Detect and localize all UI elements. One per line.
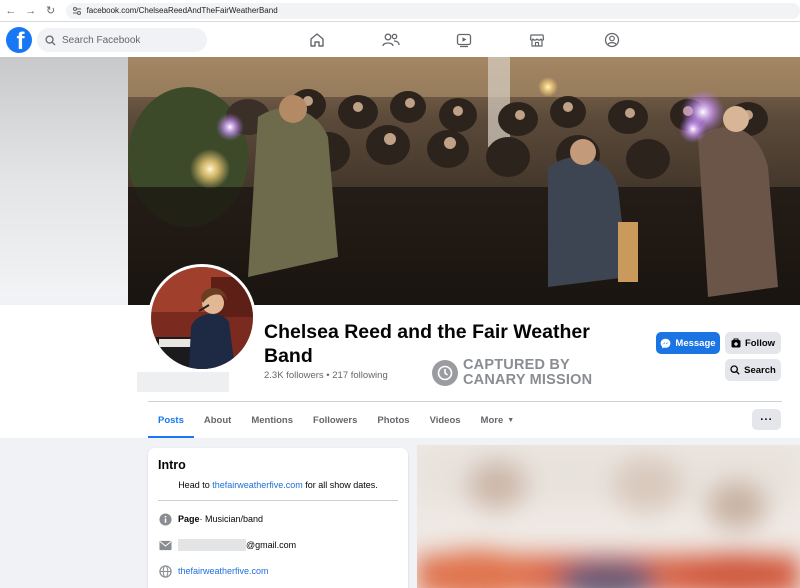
nav-watch[interactable] <box>454 31 474 49</box>
photos-preview-image <box>417 445 800 588</box>
search-icon <box>730 365 740 375</box>
follower-stats[interactable]: 2.3K followers • 217 following <box>264 370 388 381</box>
tab-more[interactable]: More ▼ <box>471 404 525 436</box>
redacted-email <box>178 539 246 551</box>
tab-followers[interactable]: Followers <box>303 404 367 436</box>
nav-groups[interactable] <box>602 31 622 49</box>
browser-toolbar: ← → ↻ facebook.com/ChelseaReedAndTheFair… <box>0 0 800 22</box>
canary-mission-logo <box>432 360 458 386</box>
intro-email-row: @gmail.com <box>158 538 296 552</box>
watermark: CAPTURED BY CANARY MISSION <box>432 358 592 388</box>
tabs-divider <box>148 401 782 402</box>
message-button[interactable]: Message <box>656 332 720 354</box>
photos-preview[interactable] <box>417 445 800 588</box>
cover-photo[interactable] <box>128 57 800 305</box>
search-button-label: Search <box>744 364 776 376</box>
profile-tabs: Posts About Mentions Followers Photos Vi… <box>148 404 525 438</box>
tab-more-label: More <box>480 414 504 426</box>
tab-videos[interactable]: Videos <box>420 404 471 436</box>
left-background <box>0 57 128 297</box>
intro-page-row: Page · Musician/band <box>158 512 263 526</box>
watermark-line1: CAPTURED BY <box>463 357 570 373</box>
back-icon[interactable]: ← <box>2 2 20 20</box>
facebook-logo-glyph: f <box>16 28 25 54</box>
tab-posts[interactable]: Posts <box>148 404 194 438</box>
search-icon <box>45 34 56 46</box>
nav-friends[interactable] <box>381 31 401 49</box>
address-bar[interactable]: facebook.com/ChelseaReedAndTheFairWeathe… <box>65 2 800 19</box>
intro-bio-prefix: Head to <box>178 480 213 490</box>
tab-mentions[interactable]: Mentions <box>241 404 303 436</box>
follow-button-label: Follow <box>744 337 776 349</box>
intro-title: Intro <box>158 458 186 472</box>
follow-icon <box>731 338 741 348</box>
intro-card: Intro Head to thefairweatherfive.com for… <box>148 448 408 588</box>
friends-icon <box>382 33 400 47</box>
nav-home[interactable] <box>307 31 327 49</box>
intro-divider <box>158 500 398 501</box>
clock-icon <box>437 365 453 381</box>
search-box[interactable] <box>37 28 207 52</box>
url-text: facebook.com/ChelseaReedAndTheFairWeathe… <box>86 6 278 15</box>
marketplace-icon <box>529 34 545 47</box>
facebook-logo[interactable]: f <box>6 27 32 53</box>
globe-icon <box>158 564 172 578</box>
site-info-icon[interactable] <box>72 6 82 16</box>
intro-bio: Head to thefairweatherfive.com for all s… <box>148 480 408 490</box>
nav-marketplace[interactable] <box>527 31 547 49</box>
groups-icon <box>604 32 620 48</box>
intro-email-suffix[interactable]: @gmail.com <box>246 540 296 550</box>
redacted-area <box>137 372 229 392</box>
follow-button[interactable]: Follow <box>725 332 781 354</box>
facebook-header: f <box>0 22 800 57</box>
home-icon <box>310 33 324 47</box>
watermark-line2: CANARY MISSION <box>463 372 593 388</box>
intro-page-label: Page <box>178 514 200 524</box>
intro-bio-suffix: for all show dates. <box>302 480 378 490</box>
message-button-label: Message <box>675 337 716 349</box>
intro-website-row: thefairweatherfive.com <box>158 564 269 578</box>
profile-picture-image <box>151 267 253 369</box>
messenger-icon <box>661 338 671 348</box>
caret-down-icon: ▼ <box>507 416 515 424</box>
reload-icon[interactable]: ↻ <box>42 2 60 20</box>
intro-page-category: · Musician/band <box>199 514 264 524</box>
info-icon <box>158 512 172 526</box>
intro-bio-link[interactable]: thefairweatherfive.com <box>212 480 303 490</box>
page-search-button[interactable]: Search <box>725 359 781 381</box>
tab-about[interactable]: About <box>194 404 241 436</box>
tab-photos[interactable]: Photos <box>367 404 419 436</box>
intro-website-link[interactable]: thefairweatherfive.com <box>178 566 269 576</box>
forward-icon[interactable]: → <box>22 2 40 20</box>
watch-icon <box>456 33 472 48</box>
more-options-button[interactable]: ··· <box>752 409 781 430</box>
cover-photo-image <box>128 57 800 305</box>
profile-picture[interactable] <box>148 264 256 372</box>
search-input[interactable] <box>62 34 192 46</box>
email-icon <box>158 540 172 550</box>
